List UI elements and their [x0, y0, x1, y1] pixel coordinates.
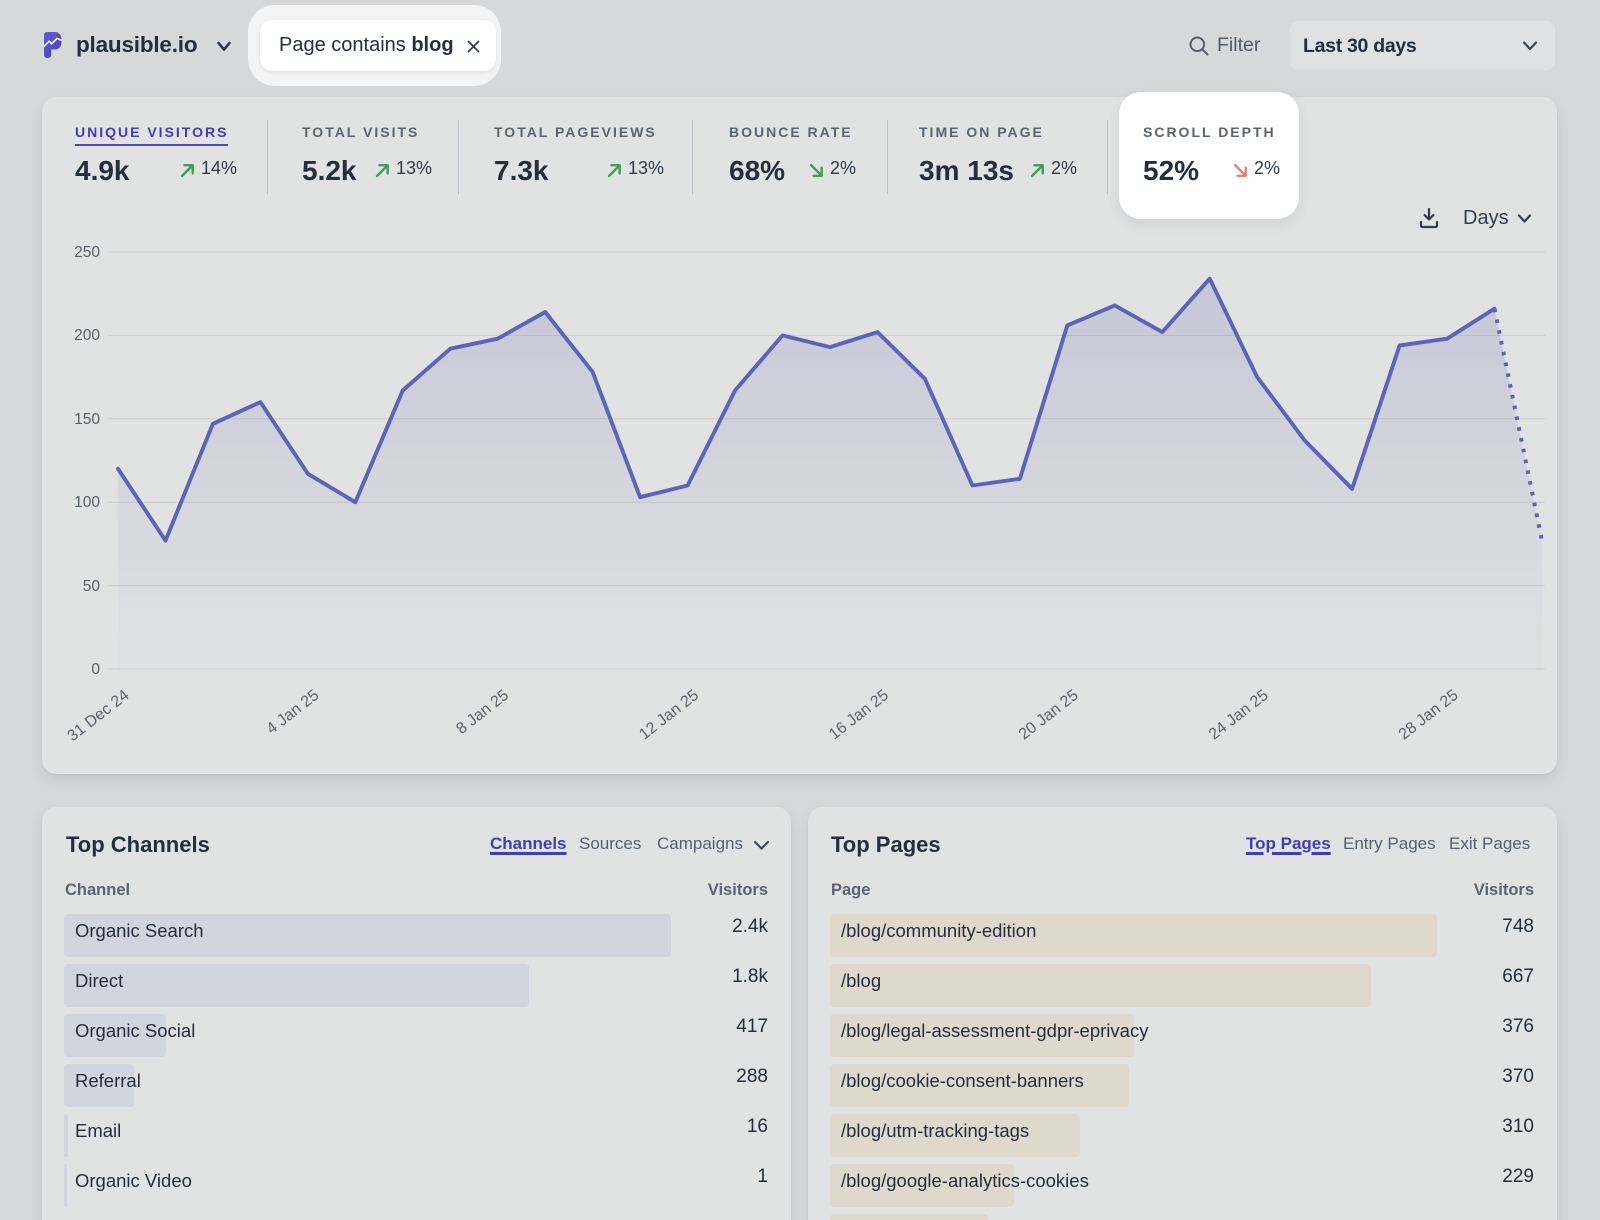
svg-text:0: 0: [91, 661, 100, 678]
svg-text:20 Jan 25: 20 Jan 25: [1016, 687, 1082, 744]
svg-text:8 Jan 25: 8 Jan 25: [453, 687, 512, 738]
svg-text:4 Jan 25: 4 Jan 25: [264, 687, 323, 738]
svg-text:12 Jan 25: 12 Jan 25: [636, 687, 702, 744]
svg-text:28 Jan 25: 28 Jan 25: [1396, 687, 1462, 744]
svg-text:31 Dec 24: 31 Dec 24: [65, 687, 133, 745]
svg-text:50: 50: [83, 578, 101, 595]
svg-text:24 Jan 25: 24 Jan 25: [1206, 687, 1272, 744]
svg-text:150: 150: [74, 411, 100, 428]
svg-text:250: 250: [74, 244, 100, 261]
svg-text:100: 100: [74, 494, 100, 511]
svg-text:16 Jan 25: 16 Jan 25: [826, 687, 892, 744]
svg-text:200: 200: [74, 327, 100, 344]
